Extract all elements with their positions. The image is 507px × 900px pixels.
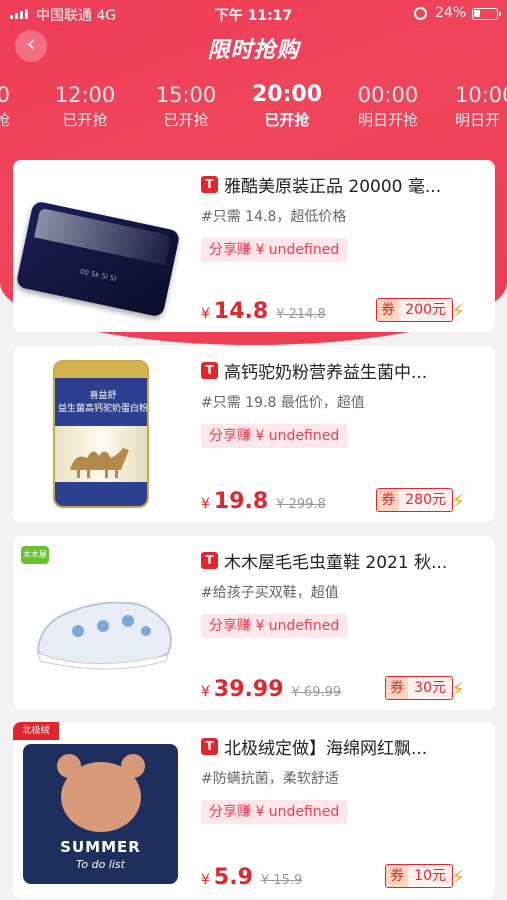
- camel-icon: [70, 448, 129, 478]
- lightning-icon: ⚡: [450, 865, 465, 889]
- share-earn-tag[interactable]: 分享赚 ¥ undefined: [201, 238, 348, 262]
- product-image[interactable]: 木木屋: [13, 536, 188, 710]
- tab-time-slot-active[interactable]: 20:00 已开抢: [237, 82, 337, 132]
- product-title[interactable]: T 雅酷美原装正品 20000 毫...: [201, 172, 486, 197]
- original-price: ¥ 15.9: [260, 873, 303, 888]
- battery-icon: [472, 8, 501, 20]
- tab-time-slot[interactable]: 12:00 已开抢: [35, 82, 135, 132]
- sale-price: 14.8: [213, 299, 269, 324]
- original-price: ¥ 214.8: [276, 307, 326, 322]
- power-bank-illustration: [15, 200, 181, 318]
- time-slot-tabs: 0 抢 12:00 已开抢 15:00 已开抢 20:00 已开抢 00:00 明日开抢…: [0, 82, 507, 142]
- lightning-icon: ⚡: [450, 299, 465, 323]
- page-title: 限时抢购: [207, 38, 300, 63]
- product-description: #给孩子买双鞋，超值: [201, 585, 339, 601]
- coupon-badge[interactable]: 券 200元: [376, 298, 453, 322]
- coupon-badge[interactable]: 券 30元: [385, 676, 453, 700]
- share-earn-tag[interactable]: 分享赚 ¥ undefined: [201, 800, 348, 824]
- status-bar: 中国联通 4G 下午 11:17 24%: [0, 0, 507, 28]
- lightning-icon: ⚡: [450, 677, 465, 701]
- price-row: ¥14.8 ¥ 214.8: [201, 299, 326, 324]
- price-row: ¥19.8 ¥ 299.8: [201, 489, 326, 514]
- sale-price: 19.8: [213, 489, 269, 514]
- pillow-illustration: SUMMER To do list: [23, 744, 178, 884]
- shoe-illustration: [36, 601, 172, 670]
- price-row: ¥39.99 ¥ 69.99: [201, 677, 342, 702]
- brand-logo: 北极绒: [13, 722, 59, 740]
- product-title[interactable]: T 高钙驼奶粉营养益生菌中...: [201, 358, 486, 383]
- tab-time-slot[interactable]: 0 抢: [0, 82, 12, 132]
- battery-percent: 24%: [435, 5, 467, 21]
- product-image[interactable]: 喜益舒 益生菌高钙驼奶蛋白粉: [13, 346, 188, 522]
- original-price: ¥ 69.99: [291, 685, 342, 700]
- product-card[interactable]: 喜益舒 益生菌高钙驼奶蛋白粉 T 高钙驼奶粉营养益生菌中... #只需 19.8 …: [13, 346, 495, 522]
- product-description: #只需 14.8，超低价格: [201, 209, 347, 225]
- share-earn-tag[interactable]: 分享赚 ¥ undefined: [201, 424, 348, 448]
- share-earn-tag[interactable]: 分享赚 ¥ undefined: [201, 614, 348, 638]
- product-image[interactable]: [13, 160, 188, 332]
- alarm-icon: [414, 7, 427, 20]
- product-description: #只需 19.8 最低价，超值: [201, 395, 365, 411]
- milk-powder-can-illustration: 喜益舒 益生菌高钙驼奶蛋白粉: [53, 360, 149, 508]
- tmall-icon: T: [201, 738, 218, 755]
- tab-time-slot[interactable]: 15:00 已开抢: [136, 82, 236, 132]
- product-description: #防螨抗菌，柔软舒适: [201, 771, 339, 787]
- tmall-icon: T: [201, 362, 218, 379]
- product-title[interactable]: T 北极绒定做】海绵网红飘...: [201, 734, 486, 759]
- status-time: 下午 11:17: [214, 8, 293, 24]
- tmall-icon: T: [201, 176, 218, 193]
- product-title[interactable]: T 木木屋毛毛虫童鞋 2021 秋...: [201, 548, 486, 573]
- price-row: ¥5.9 ¥ 15.9: [201, 865, 303, 890]
- product-card[interactable]: 木木屋 T 木木屋毛毛虫童鞋 2021 秋... #给孩子买双鞋，超值 分享赚 …: [13, 536, 495, 710]
- coupon-badge[interactable]: 券 10元: [385, 864, 453, 888]
- product-image[interactable]: SUMMER To do list 北极绒: [13, 722, 188, 898]
- product-card[interactable]: T 雅酷美原装正品 20000 毫... #只需 14.8，超低价格 分享赚 ¥…: [13, 160, 495, 332]
- lightning-icon: ⚡: [450, 489, 465, 513]
- product-card[interactable]: SUMMER To do list 北极绒 T 北极绒定做】海绵网红飘... #…: [13, 722, 495, 898]
- coupon-badge[interactable]: 券 280元: [376, 488, 453, 512]
- original-price: ¥ 299.8: [276, 497, 326, 512]
- tab-time-slot[interactable]: 10:00明日开: [440, 82, 507, 132]
- sale-price: 5.9: [213, 865, 253, 890]
- tab-time-slot[interactable]: 00:00 明日开抢: [338, 82, 438, 132]
- brand-logo: 木木屋: [21, 546, 49, 564]
- tmall-icon: T: [201, 552, 218, 569]
- sale-price: 39.99: [213, 677, 284, 702]
